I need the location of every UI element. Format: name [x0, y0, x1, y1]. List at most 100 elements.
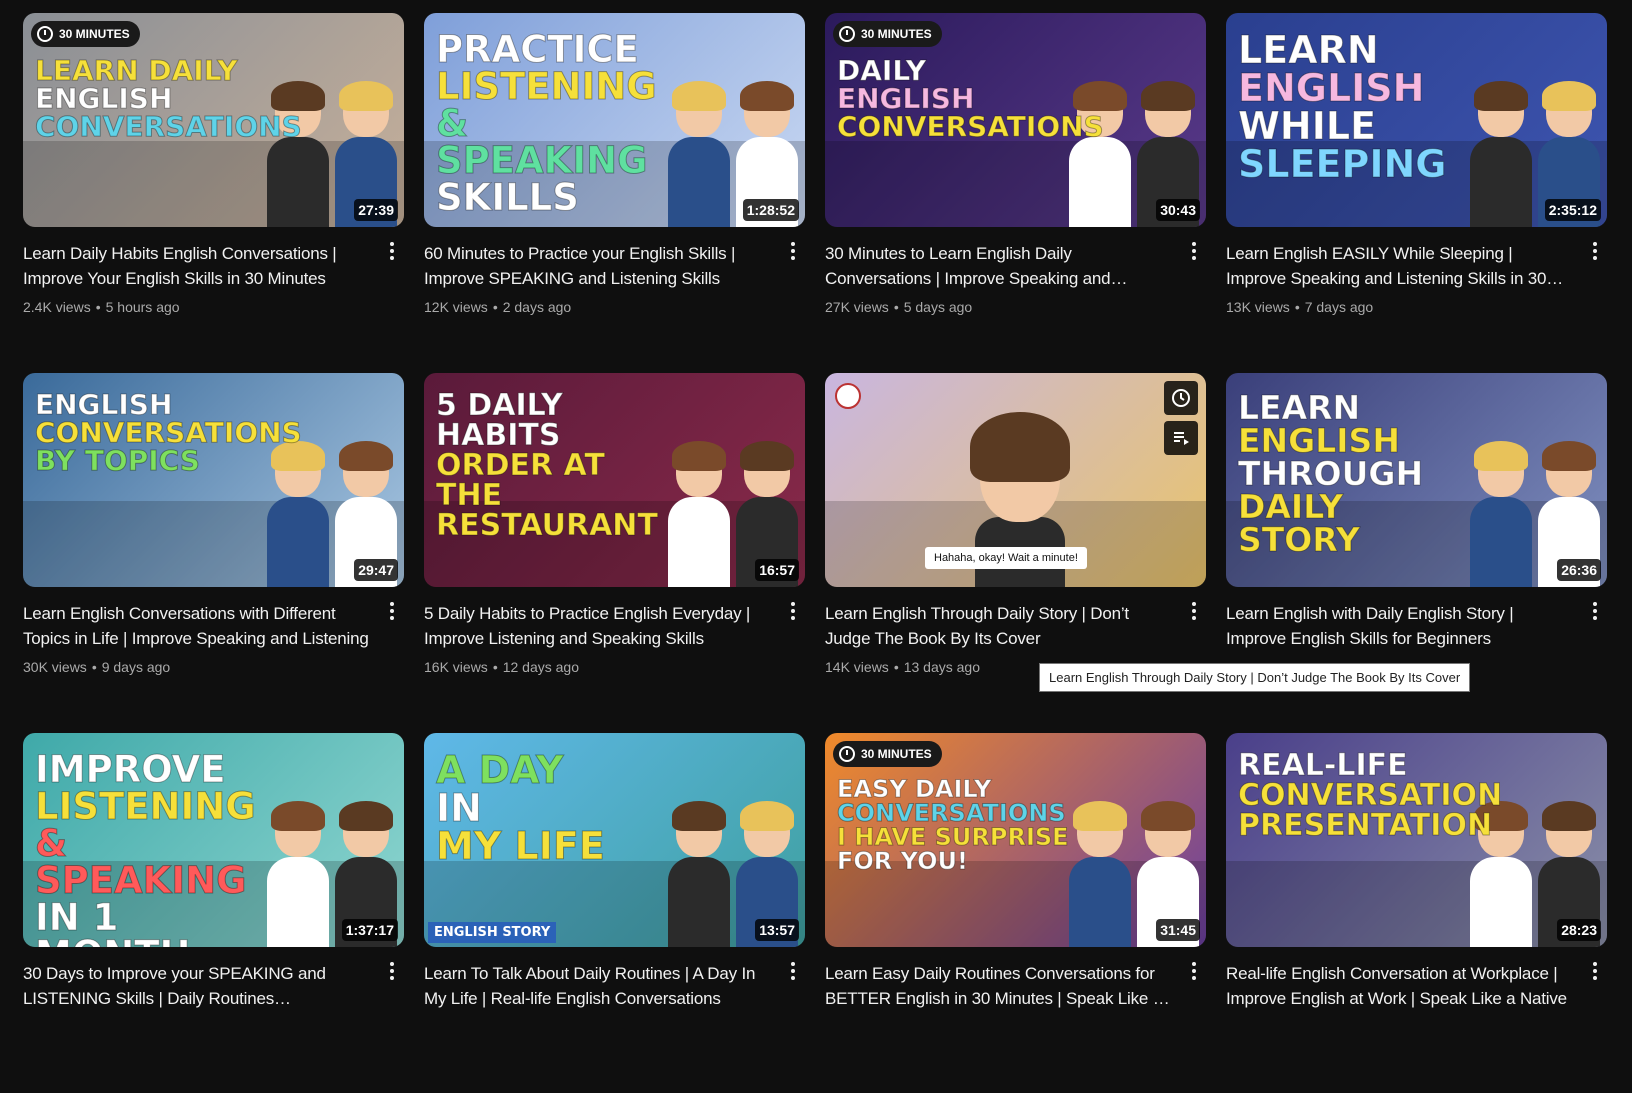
video-card[interactable]: DAILY ENGLISH CONVERSATIONS 30 MINUTES 30:43…: [825, 13, 1206, 373]
video-title[interactable]: Learn Daily Habits English Conversations…: [23, 241, 374, 291]
video-title[interactable]: 30 Minutes to Learn English Daily Conver…: [825, 241, 1176, 291]
video-duration: 28:23: [1557, 919, 1601, 941]
video-meta: 60 Minutes to Practice your English Skil…: [424, 227, 805, 317]
thumbnail-title-text: IMPROVELISTENING& SPEAKINGIN 1 MONTH: [34, 751, 271, 948]
video-card[interactable]: LEARN DAILY ENGLISH CONVERSATIONS 30 MINUTE…: [23, 13, 404, 373]
thumbnail-title-text: ENGLISH CONVERSATIONS BY TOPICS: [34, 388, 302, 475]
thumbnail-text-line: CONVERSATIONS: [836, 110, 1104, 143]
video-title[interactable]: Learn To Talk About Daily Routines | A D…: [424, 961, 775, 1011]
more-actions-icon[interactable]: [1583, 239, 1607, 263]
video-title[interactable]: Real-life English Conversation at Workpl…: [1226, 961, 1577, 1011]
more-actions-icon[interactable]: [1182, 239, 1206, 263]
cartoon-character: [1065, 801, 1135, 947]
thumbnail-text-line: IN: [435, 786, 482, 830]
upload-age: 7 days ago: [1304, 299, 1374, 315]
video-thumbnail[interactable]: LEARN DAILY ENGLISH CONVERSATIONS 30 MINUTE…: [23, 13, 404, 227]
video-card[interactable]: PRACTICE LISTENING & SPEAKING SKILLS 1:28:52…: [424, 13, 805, 373]
thumbnail-text-line: RESTAURANT: [435, 508, 658, 543]
video-stats: 12K views • 2 days ago: [424, 297, 775, 317]
video-meta: Learn English Conversations with Differe…: [23, 587, 404, 677]
thumbnail-text-line: ORDER AT THE: [435, 448, 605, 513]
more-actions-icon[interactable]: [781, 959, 805, 983]
watch-later-icon[interactable]: [1164, 381, 1198, 415]
thumbnail-text-line: ENGLISH: [34, 82, 173, 115]
view-count: 30K views: [23, 659, 87, 675]
minutes-badge: 30 MINUTES: [833, 21, 942, 47]
view-count: 13K views: [1226, 299, 1290, 315]
video-duration: 26:36: [1557, 559, 1601, 581]
video-thumbnail[interactable]: A DAY IN MY LIFE ENGLISH STORY 13:57: [424, 733, 805, 947]
video-duration: 1:37:17: [341, 919, 398, 941]
video-duration: 16:57: [755, 559, 799, 581]
separator-dot: •: [1294, 299, 1300, 315]
video-card[interactable]: EASY DAILY CONVERSATIONS I HAVE SURPRISE FO…: [825, 733, 1206, 1093]
thumbnail-text-line: ENGLISH: [34, 388, 173, 421]
thumbnail-text-line: HABITS: [435, 418, 561, 453]
video-title[interactable]: Learn Easy Daily Routines Conversations …: [825, 961, 1176, 1011]
video-title[interactable]: Learn English Through Daily Story | Don’…: [825, 601, 1176, 651]
minutes-badge-label: 30 MINUTES: [861, 747, 932, 761]
video-thumbnail[interactable]: Hahaha, okay! Wait a minute!: [825, 373, 1206, 587]
video-title[interactable]: Learn English EASILY While Sleeping | Im…: [1226, 241, 1577, 291]
video-stats: 13K views • 7 days ago: [1226, 297, 1577, 317]
video-card[interactable]: A DAY IN MY LIFE ENGLISH STORY 13:57 Learn To…: [424, 733, 805, 1093]
more-actions-icon[interactable]: [1583, 959, 1607, 983]
video-title[interactable]: Learn English Conversations with Differe…: [23, 601, 374, 651]
video-card[interactable]: 5 DAILY HABITS ORDER AT THE RESTAURANT 16:57…: [424, 373, 805, 733]
thumbnail-text-line: I HAVE SURPRISE: [836, 823, 1069, 851]
video-thumbnail[interactable]: DAILY ENGLISH CONVERSATIONS 30 MINUTES 30:43: [825, 13, 1206, 227]
thumbnail-text-line: 5 DAILY: [435, 388, 563, 423]
upload-age: 12 days ago: [502, 659, 580, 675]
title-tooltip: Learn English Through Daily Story | Don’…: [1039, 663, 1471, 692]
video-card[interactable]: IMPROVELISTENING& SPEAKINGIN 1 MONTH 1:37…: [23, 733, 404, 1093]
video-card[interactable]: REAL-LIFE CONVERSATION PRESENTATION 28:23 Re…: [1226, 733, 1607, 1093]
cartoon-character: [263, 441, 333, 587]
cartoon-character: [263, 801, 333, 947]
video-thumbnail[interactable]: IMPROVELISTENING& SPEAKINGIN 1 MONTH 1:37…: [23, 733, 404, 947]
timer-icon: [37, 26, 53, 42]
thumbnail-text-line: WHILE: [1237, 104, 1377, 148]
video-meta: Learn To Talk About Daily Routines | A D…: [424, 947, 805, 1011]
more-actions-icon[interactable]: [380, 959, 404, 983]
story-tag: ENGLISH STORY: [428, 922, 557, 943]
more-actions-icon[interactable]: [781, 239, 805, 263]
thumbnail-text-line: LISTENING: [435, 65, 657, 108]
more-actions-icon[interactable]: [781, 599, 805, 623]
more-actions-icon[interactable]: [380, 599, 404, 623]
video-thumbnail[interactable]: ENGLISH CONVERSATIONS BY TOPICS 29:47: [23, 373, 404, 587]
video-title[interactable]: 30 Days to Improve your SPEAKING and LIS…: [23, 961, 374, 1011]
video-meta: Learn Easy Daily Routines Conversations …: [825, 947, 1206, 1011]
cartoon-character: [1466, 81, 1536, 227]
thumbnail-text-line: CONVERSATIONS: [34, 416, 302, 449]
video-meta: 30 Minutes to Learn English Daily Conver…: [825, 227, 1206, 317]
video-meta: Learn English with Daily English Story |…: [1226, 587, 1607, 651]
video-card[interactable]: LEARN ENGLISH WHILE SLEEPING 2:35:12 Learn En…: [1226, 13, 1607, 373]
video-thumbnail[interactable]: LEARN ENGLISH THROUGH DAILY STORY 26:36: [1226, 373, 1607, 587]
more-actions-icon[interactable]: [380, 239, 404, 263]
separator-dot: •: [893, 299, 899, 315]
thumbnail-text-line: CONVERSATIONS: [34, 110, 302, 143]
video-card[interactable]: ENGLISH CONVERSATIONS BY TOPICS 29:47 Learn …: [23, 373, 404, 733]
video-title[interactable]: 5 Daily Habits to Practice English Every…: [424, 601, 775, 651]
thumbnail-text-line: DAILY: [836, 54, 927, 87]
thumbnail-text-line: CONVERSATION: [1237, 778, 1503, 813]
video-thumbnail[interactable]: EASY DAILY CONVERSATIONS I HAVE SURPRISE FO…: [825, 733, 1206, 947]
more-actions-icon[interactable]: [1583, 599, 1607, 623]
video-thumbnail[interactable]: 5 DAILY HABITS ORDER AT THE RESTAURANT 16:57: [424, 373, 805, 587]
video-duration: 29:47: [354, 559, 398, 581]
thumbnail-text-line: ENGLISH: [1237, 66, 1425, 110]
cartoon-character: [664, 441, 734, 587]
video-thumbnail[interactable]: REAL-LIFE CONVERSATION PRESENTATION 28:23: [1226, 733, 1607, 947]
more-actions-icon[interactable]: [1182, 959, 1206, 983]
video-title[interactable]: Learn English with Daily English Story |…: [1226, 601, 1577, 651]
more-actions-icon[interactable]: [1182, 599, 1206, 623]
video-meta: 30 Days to Improve your SPEAKING and LIS…: [23, 947, 404, 1011]
video-title[interactable]: 60 Minutes to Practice your English Skil…: [424, 241, 775, 291]
video-thumbnail[interactable]: LEARN ENGLISH WHILE SLEEPING 2:35:12: [1226, 13, 1607, 227]
minutes-badge: 30 MINUTES: [31, 21, 140, 47]
video-thumbnail[interactable]: PRACTICE LISTENING & SPEAKING SKILLS 1:28:52: [424, 13, 805, 227]
video-duration: 31:45: [1156, 919, 1200, 941]
upload-age: 9 days ago: [101, 659, 171, 675]
add-to-queue-icon[interactable]: [1164, 421, 1198, 455]
thumbnail-text-line: IN 1 MONTH: [34, 896, 190, 948]
